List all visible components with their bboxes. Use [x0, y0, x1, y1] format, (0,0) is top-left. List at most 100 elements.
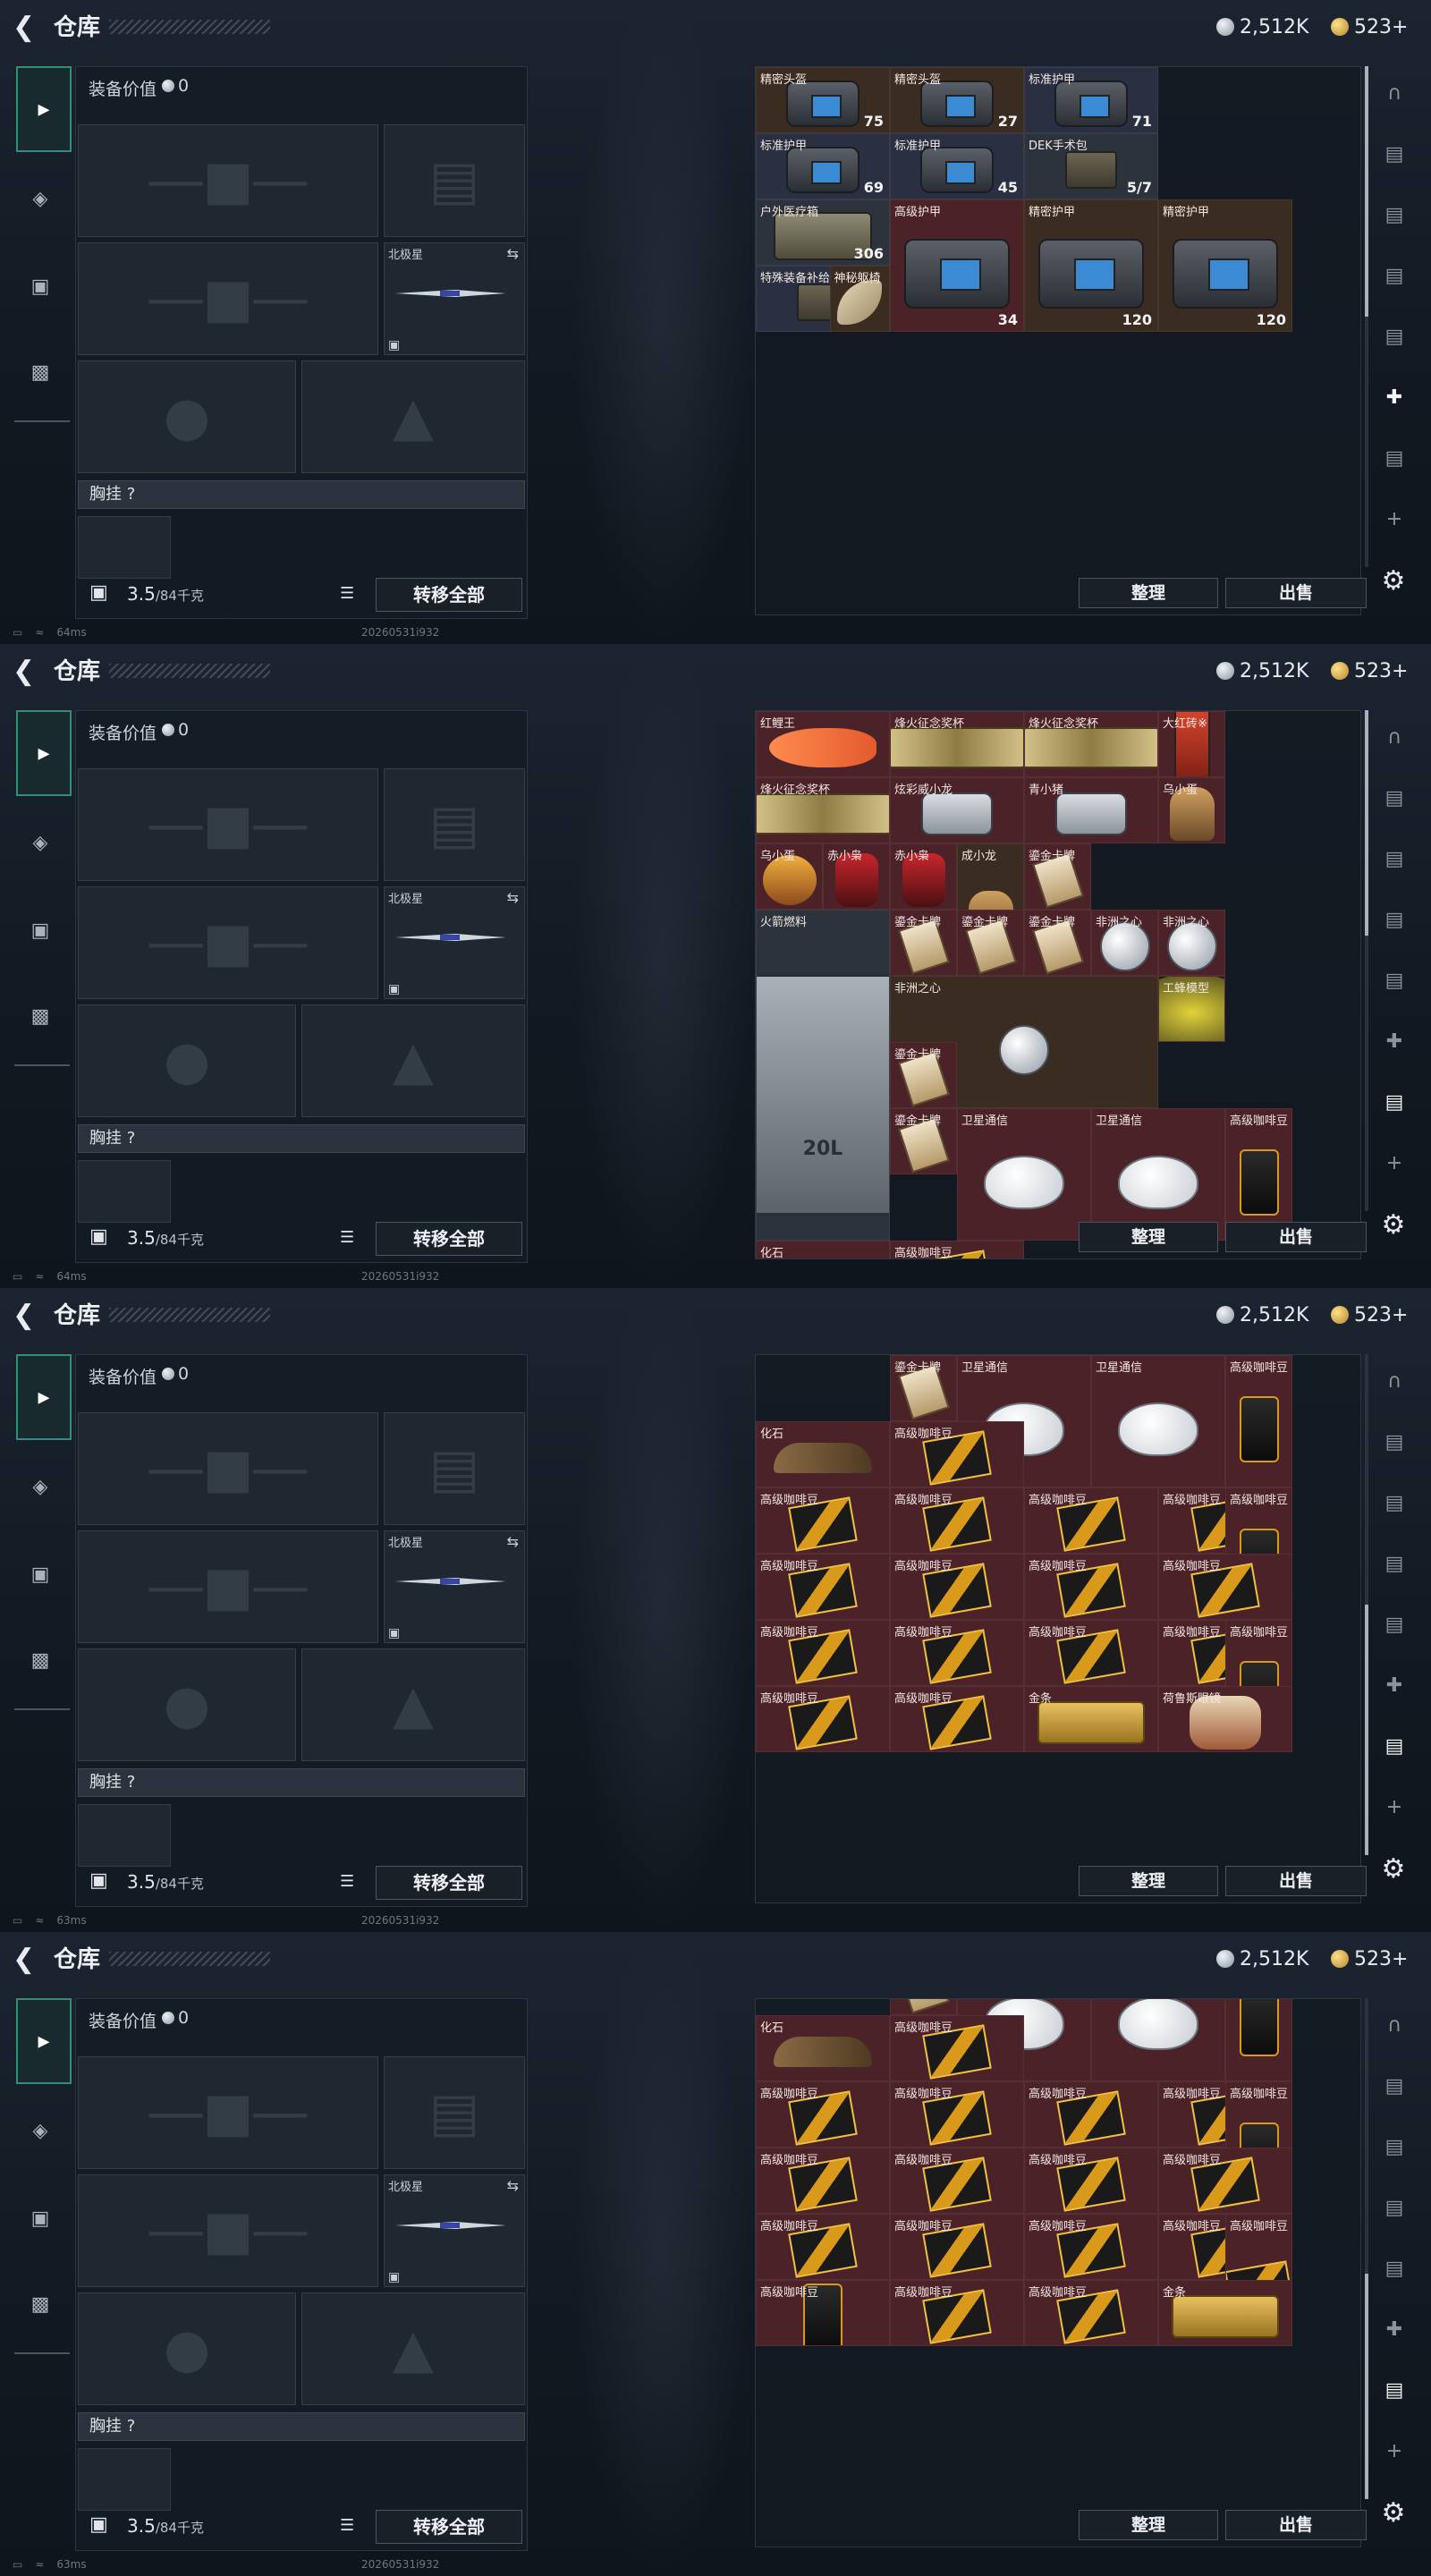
shelf-icon[interactable]: ▤	[1374, 2188, 1415, 2229]
stash-item[interactable]: 鎏金卡牌	[890, 1042, 957, 1108]
rifle-icon[interactable]: ▸	[16, 1354, 72, 1440]
stash-item[interactable]: 高级咖啡豆	[1024, 2214, 1158, 2280]
shelf-icon[interactable]: ▤	[1374, 778, 1415, 819]
helmet-icon[interactable]: ◈	[18, 1465, 63, 1510]
primary-weapon-slot[interactable]: ―■―	[78, 768, 378, 881]
sell-button[interactable]: 出售	[1225, 2510, 1367, 2540]
stash-item[interactable]: 大红砖※	[1158, 711, 1225, 777]
medkit-icon[interactable]: ✚	[1374, 377, 1415, 419]
stash-scrollbar[interactable]	[1365, 1998, 1368, 2499]
stash-item[interactable]: 高级咖啡豆	[756, 2214, 890, 2280]
helmet-icon[interactable]: ◈	[18, 2109, 63, 2154]
stash-item[interactable]: 高级咖啡豆	[890, 1241, 1024, 1258]
stash-item[interactable]: 神秘躯椅	[829, 266, 890, 332]
swap-icon[interactable]: ⇆	[507, 1533, 519, 1550]
stash-scrollbar[interactable]	[1365, 66, 1368, 567]
wall-icon[interactable]: ∩	[1374, 2005, 1415, 2046]
stash-item[interactable]: 金条	[1158, 2280, 1292, 2346]
melee-slot[interactable]: 北极星 ⇆ ▣	[384, 1530, 525, 1643]
stash-item[interactable]: 高级咖啡豆	[1024, 1554, 1158, 1620]
scroll-thumb[interactable]	[1365, 1605, 1368, 1855]
shelf-icon[interactable]: ▤	[1374, 2066, 1415, 2107]
plus-icon[interactable]: +	[1374, 2431, 1415, 2472]
armor-slot[interactable]: ▲	[301, 1004, 525, 1117]
scroll-thumb[interactable]	[1365, 710, 1368, 936]
swap-icon[interactable]: ⇆	[507, 889, 519, 906]
helmet-slot[interactable]: ●	[78, 1004, 296, 1117]
stash-item[interactable]: 烽火征念奖杯	[890, 711, 1024, 777]
sort-button[interactable]: 整理	[1079, 1866, 1218, 1896]
primary-weapon-slot[interactable]: ―■―	[78, 2056, 378, 2169]
stash-item[interactable]: 精密头盔 75	[756, 67, 890, 133]
stash-item[interactable]: 鎏金卡牌	[957, 910, 1024, 976]
gear-icon[interactable]: ⚙	[1377, 1853, 1410, 1885]
sell-button[interactable]: 出售	[1225, 1866, 1367, 1896]
gear-icon[interactable]: ⚙	[1377, 565, 1410, 597]
swap-icon[interactable]: ⇆	[507, 245, 519, 262]
stash-item[interactable]: 高级咖啡豆	[890, 1620, 1024, 1686]
stash-item[interactable]: 精密护甲 120	[1024, 199, 1158, 332]
stash-item[interactable]: 标准护甲 69	[756, 133, 890, 199]
secondary-weapon-slot[interactable]: ―■―	[78, 886, 378, 999]
shelf-icon[interactable]: ▤	[1374, 1483, 1415, 1524]
briefcase-icon[interactable]: ▩	[18, 995, 63, 1039]
sell-button[interactable]: 出售	[1225, 578, 1367, 608]
sell-button[interactable]: 出售	[1225, 1222, 1367, 1252]
stash-item[interactable]: 高级咖啡豆	[890, 2214, 1024, 2280]
scroll-thumb[interactable]	[1365, 66, 1368, 317]
gear-icon[interactable]: ⚙	[1377, 2497, 1410, 2529]
helmet-slot[interactable]: ●	[78, 360, 296, 473]
stash-item[interactable]: 高级咖啡豆	[756, 1620, 890, 1686]
shelf-icon[interactable]: ▤	[1374, 438, 1415, 479]
stash-item[interactable]: 高级咖啡豆	[1024, 2280, 1158, 2346]
stash-item[interactable]: 炫彩威小龙	[890, 777, 1024, 843]
stash-item[interactable]: 高级咖啡豆	[890, 2280, 1024, 2346]
sort-button[interactable]: 整理	[1079, 1222, 1218, 1252]
stash-item[interactable]: 化石	[756, 1421, 890, 1487]
back-arrow-icon[interactable]: ❮	[13, 1301, 39, 1331]
pistol-slot[interactable]: ▤	[384, 2056, 525, 2169]
stash-item[interactable]: 高级咖啡豆	[756, 2280, 890, 2346]
stash-scrollbar[interactable]	[1365, 1354, 1368, 1855]
stash-item[interactable]: 高级咖啡豆	[1158, 2148, 1292, 2214]
list-icon[interactable]: ☰	[340, 2517, 358, 2535]
weight-lock-icon[interactable]: ▣	[89, 2513, 108, 2536]
stash-item[interactable]: 高级咖啡豆	[1024, 2081, 1158, 2148]
stash-item[interactable]: 工蜂模型	[1158, 976, 1225, 1042]
plus-icon[interactable]: +	[1374, 499, 1415, 540]
stash-item[interactable]: 高级咖啡豆	[1225, 1999, 1292, 2081]
stash-item[interactable]: 标准护甲 45	[890, 133, 1024, 199]
melee-slot[interactable]: 北极星 ⇆ ▣	[384, 2174, 525, 2287]
backpack-icon[interactable]: ▣	[18, 2197, 63, 2241]
stash-item[interactable]: 鎏金卡牌	[890, 910, 957, 976]
stash-item[interactable]: 高级咖啡豆	[890, 1487, 1024, 1554]
briefcase-icon[interactable]: ▩	[18, 1639, 63, 1683]
pistol-slot[interactable]: ▤	[384, 124, 525, 237]
plus-icon[interactable]: +	[1374, 1143, 1415, 1184]
stash-item[interactable]: 荷鲁斯眼镜	[1158, 1686, 1292, 1752]
stash-item[interactable]: 卫星通信	[1091, 1355, 1225, 1487]
rifle-icon[interactable]: ▸	[16, 1998, 72, 2084]
secondary-weapon-slot[interactable]: ―■―	[78, 2174, 378, 2287]
helmet-slot[interactable]: ●	[78, 2292, 296, 2405]
backpack-icon[interactable]: ▣	[18, 1553, 63, 1597]
list-icon[interactable]: ☰	[340, 585, 358, 603]
stash-item[interactable]: 标准护甲 71	[1024, 67, 1158, 133]
stash-item[interactable]: 烽火征念奖杯	[756, 777, 890, 843]
rifle-icon[interactable]: ▸	[16, 66, 72, 152]
pistol-slot[interactable]: ▤	[384, 1412, 525, 1525]
transfer-all-button[interactable]: 转移全部	[376, 578, 522, 612]
medkit-icon[interactable]: ✚	[1374, 1665, 1415, 1707]
chest-rig-header[interactable]: 胸挂 ?	[78, 1124, 525, 1153]
medkit-icon[interactable]: ✚	[1374, 2309, 1415, 2351]
melee-slot[interactable]: 北极星 ⇆ ▣	[384, 886, 525, 999]
primary-weapon-slot[interactable]: ―■―	[78, 1412, 378, 1525]
stash-item[interactable]: 高级咖啡豆	[890, 1421, 1024, 1487]
helmet-icon[interactable]: ◈	[18, 821, 63, 866]
armor-slot[interactable]: ▲	[301, 360, 525, 473]
transfer-all-button[interactable]: 转移全部	[376, 1866, 522, 1900]
stash-item[interactable]: 高级咖啡豆	[756, 1554, 890, 1620]
chest-rig-slot[interactable]	[78, 1160, 171, 1223]
chest-rig-slot[interactable]	[78, 2448, 171, 2511]
primary-weapon-slot[interactable]: ―■―	[78, 124, 378, 237]
